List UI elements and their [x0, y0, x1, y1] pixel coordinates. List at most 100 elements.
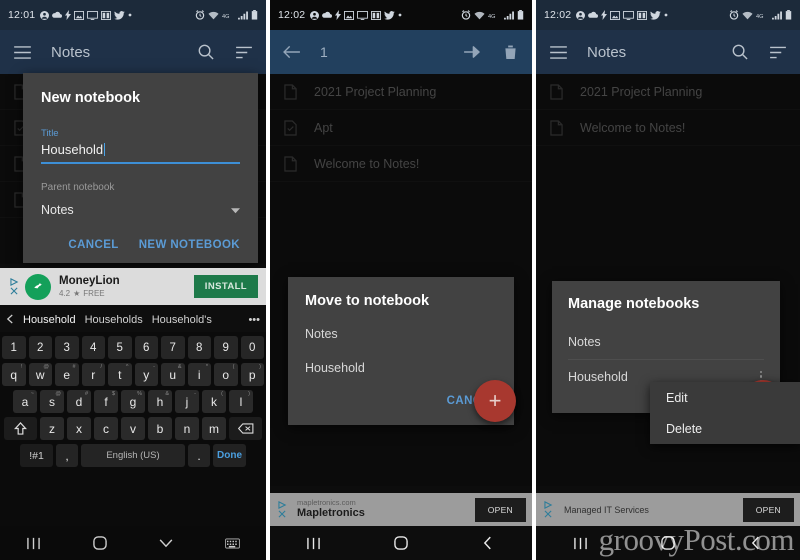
- key-d[interactable]: # d: [67, 390, 91, 413]
- suggestion-2[interactable]: Household's: [152, 314, 212, 326]
- suggestion-1[interactable]: Households: [85, 314, 143, 326]
- suggestion-overflow-icon[interactable]: •••: [248, 314, 260, 326]
- key-j[interactable]: -j: [175, 390, 199, 413]
- adchoices-icon[interactable]: [542, 501, 555, 518]
- parent-notebook-select[interactable]: Notes: [41, 201, 240, 219]
- key-t[interactable]: ^ t: [108, 363, 132, 386]
- move-arrow-icon[interactable]: [461, 41, 483, 63]
- shift-icon[interactable]: [4, 417, 37, 440]
- key-9[interactable]: 9: [214, 336, 238, 359]
- key-f[interactable]: $ f: [94, 390, 118, 413]
- sort-icon[interactable]: [233, 41, 255, 63]
- key-0[interactable]: 0: [240, 336, 264, 359]
- key-x[interactable]: x: [67, 417, 91, 440]
- keyboard-row-qwerty: ! q @ w # e / r ^ t -y & u * i (o ) p: [2, 363, 264, 386]
- key-c[interactable]: c: [94, 417, 118, 440]
- comma-key[interactable]: ,: [56, 444, 78, 467]
- back-icon[interactable]: [468, 532, 508, 554]
- wifi-icon: [742, 11, 753, 20]
- key-g[interactable]: % g: [121, 390, 145, 413]
- adchoices-icon[interactable]: [276, 501, 289, 518]
- period-key[interactable]: .: [188, 444, 210, 467]
- open-button[interactable]: OPEN: [474, 497, 526, 522]
- status-system-icons: 4G: [729, 10, 792, 20]
- hide-keyboard-icon[interactable]: [146, 532, 186, 554]
- play-store-ad-banner[interactable]: MoneyLion 4.2 ★ FREE INSTALL: [0, 268, 266, 305]
- key-i[interactable]: * i: [187, 363, 211, 386]
- hamburger-icon[interactable]: [11, 41, 33, 63]
- install-button[interactable]: INSTALL: [193, 275, 258, 298]
- hamburger-icon[interactable]: [547, 41, 569, 63]
- key-6[interactable]: 6: [134, 336, 158, 359]
- notebook-option-household[interactable]: Household: [305, 361, 497, 375]
- title-input[interactable]: Household: [41, 141, 240, 164]
- symbols-key[interactable]: !#1: [20, 444, 53, 467]
- key-b[interactable]: b: [148, 417, 172, 440]
- menu-item-edit[interactable]: Edit: [650, 382, 800, 413]
- done-key[interactable]: Done: [213, 444, 246, 467]
- key-y[interactable]: -y: [134, 363, 158, 386]
- notebook-row-notes[interactable]: Notes: [568, 325, 764, 359]
- parent-notebook-value: Notes: [41, 203, 74, 217]
- key-e[interactable]: # e: [55, 363, 79, 386]
- recents-icon[interactable]: [13, 532, 53, 554]
- key-u[interactable]: & u: [161, 363, 185, 386]
- key-s[interactable]: @ s: [40, 390, 64, 413]
- key-o[interactable]: (o: [214, 363, 238, 386]
- trash-icon[interactable]: [499, 41, 521, 63]
- notebook-option-notes[interactable]: Notes: [305, 327, 497, 341]
- svg-text:4G: 4G: [222, 13, 229, 18]
- ad-text-block: MoneyLion 4.2 ★ FREE: [59, 275, 120, 297]
- key-w[interactable]: @ w: [28, 363, 52, 386]
- back-arrow-icon[interactable]: [281, 41, 303, 63]
- suggestion-back-icon[interactable]: [6, 311, 14, 329]
- key-5[interactable]: 5: [108, 336, 132, 359]
- key-a[interactable]: ~ a: [13, 390, 37, 413]
- phone-panel-new-notebook: 12:01 4G Notes New notebook Title Househ…: [0, 0, 266, 560]
- status-bar: 12:02 4G: [536, 0, 800, 30]
- adchoices-icon[interactable]: [8, 278, 21, 295]
- wifi-icon: [474, 11, 485, 20]
- recents-icon[interactable]: [560, 532, 600, 554]
- key-8[interactable]: 8: [187, 336, 211, 359]
- ad-title: Managed IT Services: [564, 504, 649, 515]
- ad-rating: 4.2: [59, 288, 71, 298]
- signal-icon: [238, 10, 248, 20]
- key-q[interactable]: ! q: [2, 363, 26, 386]
- new-notebook-button[interactable]: NEW NOTEBOOK: [139, 239, 240, 251]
- wifi-icon: [208, 11, 219, 20]
- key-h[interactable]: & h: [148, 390, 172, 413]
- key-3[interactable]: 3: [55, 336, 79, 359]
- key-4[interactable]: 4: [81, 336, 105, 359]
- suggestion-0[interactable]: Household: [23, 314, 76, 326]
- space-key[interactable]: English (US): [81, 444, 185, 467]
- key-p[interactable]: ) p: [240, 363, 264, 386]
- key-2[interactable]: 2: [28, 336, 52, 359]
- sort-icon[interactable]: [767, 41, 789, 63]
- key-l[interactable]: ) l: [229, 390, 253, 413]
- key-v[interactable]: v: [121, 417, 145, 440]
- key-7[interactable]: 7: [161, 336, 185, 359]
- cancel-button[interactable]: CANCEL: [68, 239, 118, 251]
- backspace-icon[interactable]: [229, 417, 262, 440]
- open-button[interactable]: OPEN: [742, 497, 794, 522]
- recents-icon[interactable]: [294, 532, 334, 554]
- search-icon[interactable]: [195, 41, 217, 63]
- search-icon[interactable]: [729, 41, 751, 63]
- add-note-fab[interactable]: +: [474, 380, 516, 422]
- key-n[interactable]: n: [175, 417, 199, 440]
- home-icon[interactable]: [80, 532, 120, 554]
- menu-item-delete[interactable]: Delete: [650, 413, 800, 444]
- banner-ad[interactable]: mapletronics.com Mapletronics OPEN: [270, 493, 532, 526]
- key-m[interactable]: m: [202, 417, 226, 440]
- monitor-icon: [87, 10, 99, 20]
- svg-text:4G: 4G: [756, 13, 763, 18]
- keyboard-switch-icon[interactable]: [213, 532, 253, 554]
- home-icon[interactable]: [381, 532, 421, 554]
- key-k[interactable]: (k: [202, 390, 226, 413]
- alarm-icon: [195, 10, 205, 20]
- key-r[interactable]: / r: [81, 363, 105, 386]
- keyboard-row-bottom: !#1 , English (US) . Done: [2, 444, 264, 467]
- key-1[interactable]: 1: [2, 336, 26, 359]
- key-z[interactable]: z: [40, 417, 64, 440]
